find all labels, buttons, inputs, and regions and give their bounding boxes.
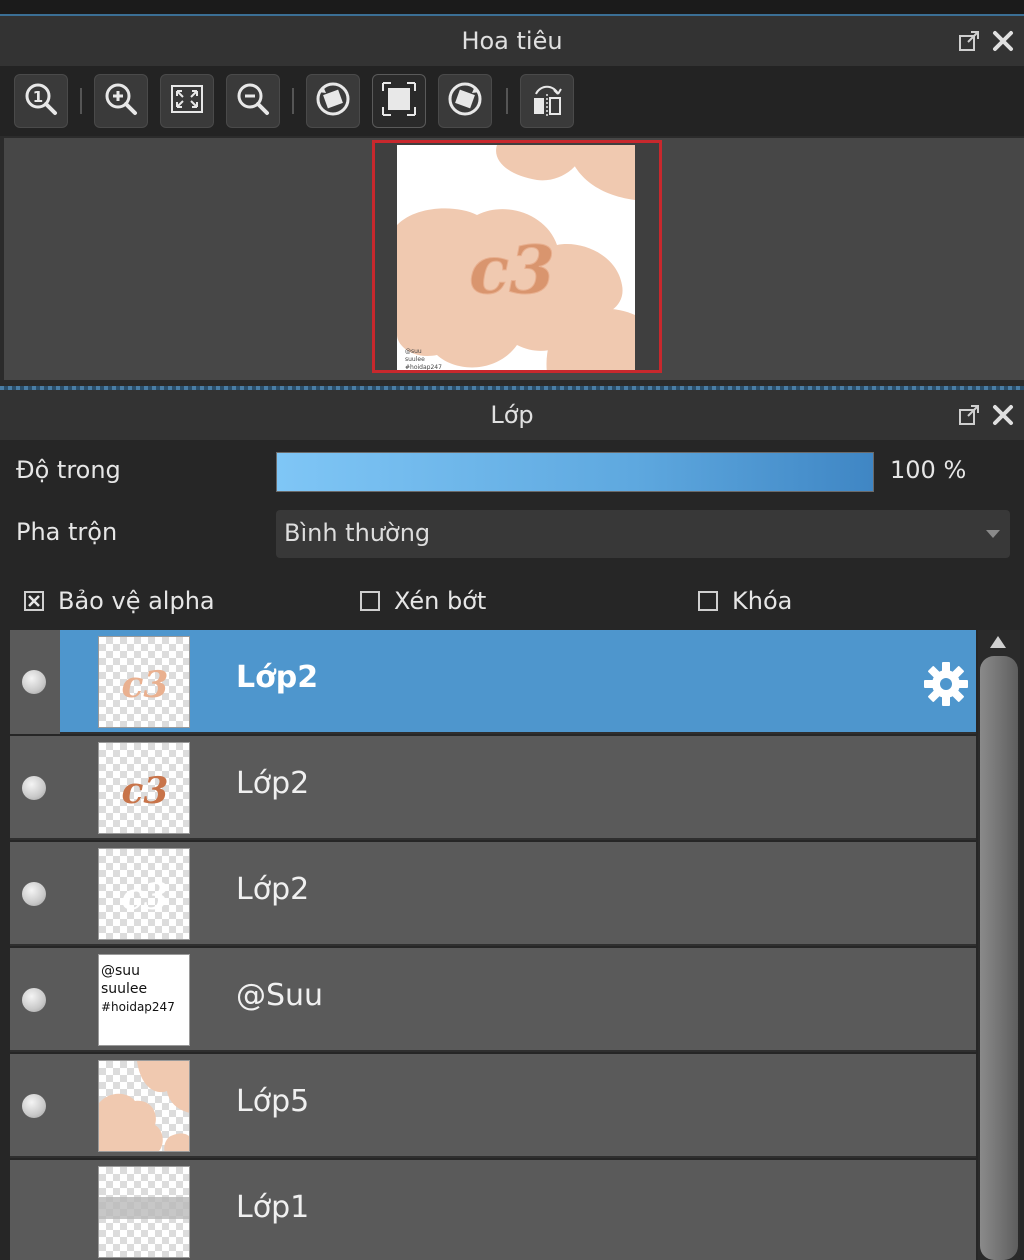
rotate-left-icon <box>314 80 352 122</box>
layer-name[interactable]: Lớp2 <box>236 872 309 907</box>
preview-watermark-line: @suu <box>405 348 422 355</box>
popout-icon[interactable] <box>958 30 980 52</box>
protect-alpha-checkbox[interactable]: Bảo vệ alpha <box>24 586 215 616</box>
thumbnail-text: c3 <box>122 664 169 706</box>
blend-mode-label: Pha trộn <box>16 518 118 546</box>
navigator-toolbar: 1 <box>0 66 1024 136</box>
preview-watermark-line: suulee <box>405 356 425 363</box>
layer-row[interactable]: Lớp1 <box>10 1160 976 1260</box>
layers-header: Lớp <box>0 390 1024 440</box>
visibility-icon[interactable] <box>22 670 46 694</box>
rotate-right-icon <box>446 80 484 122</box>
close-icon[interactable] <box>992 404 1014 426</box>
lock-checkbox[interactable]: Khóa <box>698 586 792 616</box>
preview-logo: c3 <box>469 231 555 309</box>
clipping-checkbox[interactable]: Xén bớt <box>360 586 486 616</box>
svg-text:1: 1 <box>33 88 43 106</box>
visibility-icon[interactable] <box>22 776 46 800</box>
zoom-out-button[interactable] <box>226 74 280 128</box>
opacity-slider[interactable] <box>276 452 874 492</box>
reset-rotation-icon <box>380 80 418 122</box>
layer-name[interactable]: Lớp5 <box>236 1084 309 1119</box>
scrollbar-thumb[interactable] <box>980 656 1018 1260</box>
navigator-panel: Hoa tiêu 1 c3 @suu suulee #hoidap247 <box>0 16 1024 388</box>
rotate-right-button[interactable] <box>438 74 492 128</box>
zoom-actual-button[interactable]: 1 <box>14 74 68 128</box>
visibility-icon[interactable] <box>22 1094 46 1118</box>
blend-mode-select[interactable]: Bình thường <box>276 510 1010 558</box>
top-strip <box>0 0 1024 16</box>
flip-horizontal-icon <box>528 80 566 122</box>
visibility-icon[interactable] <box>22 988 46 1012</box>
thumbnail-text: suulee <box>101 981 147 997</box>
layer-row[interactable]: Lớp5 <box>10 1054 976 1158</box>
lock-label: Khóa <box>732 587 793 615</box>
popout-icon[interactable] <box>958 404 980 426</box>
chevron-down-icon <box>986 530 1000 538</box>
thumbnail-text: c3 <box>122 876 169 918</box>
rotate-left-button[interactable] <box>306 74 360 128</box>
preview-watermark-line: #hoidap247 <box>405 364 442 371</box>
flip-horizontal-button[interactable] <box>520 74 574 128</box>
checkbox-checked-icon <box>24 591 44 611</box>
fit-screen-button[interactable] <box>160 74 214 128</box>
layer-name[interactable]: Lớp2 <box>236 660 318 695</box>
toolbar-separator <box>506 88 508 114</box>
clipping-label: Xén bớt <box>394 587 487 615</box>
fit-screen-icon <box>169 81 205 121</box>
thumbnail-text: c3 <box>122 770 169 812</box>
zoom-in-button[interactable] <box>94 74 148 128</box>
layers-scrollbar[interactable] <box>978 630 1020 1260</box>
opacity-row: Độ trong 100 % <box>0 448 1024 500</box>
toolbar-separator <box>292 88 294 114</box>
navigator-header: Hoa tiêu <box>0 16 1024 66</box>
canvas-preview-art: c3 @suu suulee #hoidap247 <box>397 145 635 371</box>
layer-row[interactable]: c3 Lớp2 <box>10 736 976 840</box>
layers-panel: Lớp Độ trong 100 % Pha trộn Bình thường … <box>0 390 1024 1260</box>
checkbox-unchecked-icon <box>360 591 380 611</box>
layer-thumbnail: c3 <box>98 636 190 728</box>
navigator-title: Hoa tiêu <box>461 27 563 55</box>
layers-title: Lớp <box>490 401 534 429</box>
close-icon[interactable] <box>992 30 1014 52</box>
reset-rotation-button[interactable] <box>372 74 426 128</box>
layer-thumbnail <box>98 1060 190 1152</box>
layer-name[interactable]: Lớp2 <box>236 766 309 801</box>
layer-row[interactable]: c3 Lớp2 <box>10 842 976 946</box>
zoom-out-icon <box>235 81 271 121</box>
layer-thumbnail: @suu suulee #hoidap247 <box>98 954 190 1046</box>
canvas-preview: c3 @suu suulee #hoidap247 <box>397 145 635 371</box>
thumbnail-text: #hoidap247 <box>101 1000 175 1014</box>
blend-mode-value: Bình thường <box>284 519 431 547</box>
layer-thumbnail: c3 <box>98 848 190 940</box>
navigator-view-frame[interactable]: c3 @suu suulee #hoidap247 <box>372 140 662 373</box>
checkbox-unchecked-icon <box>698 591 718 611</box>
navigator-preview-area[interactable]: c3 @suu suulee #hoidap247 <box>4 138 1024 380</box>
scroll-up-arrow-icon[interactable] <box>990 636 1006 648</box>
opacity-value: 100 % <box>890 456 967 484</box>
layer-name[interactable]: Lớp1 <box>236 1190 309 1225</box>
layers-list: c3 Lớp2 c3 Lớp2 c3 Lớp2 @suu suulee #hoi… <box>10 630 976 1260</box>
visibility-icon[interactable] <box>22 882 46 906</box>
thumbnail-text: @suu <box>101 963 140 979</box>
protect-alpha-label: Bảo vệ alpha <box>58 587 215 615</box>
zoom-actual-icon: 1 <box>23 81 59 121</box>
layer-thumbnail: c3 <box>98 742 190 834</box>
layer-name[interactable]: @Suu <box>236 978 323 1013</box>
layer-row[interactable]: @suu suulee #hoidap247 @Suu <box>10 948 976 1052</box>
layer-row[interactable]: c3 Lớp2 <box>10 630 976 734</box>
gear-icon[interactable] <box>922 660 970 712</box>
opacity-label: Độ trong <box>16 456 121 484</box>
layer-thumbnail <box>98 1166 190 1258</box>
toolbar-separator <box>80 88 82 114</box>
zoom-in-icon <box>103 81 139 121</box>
